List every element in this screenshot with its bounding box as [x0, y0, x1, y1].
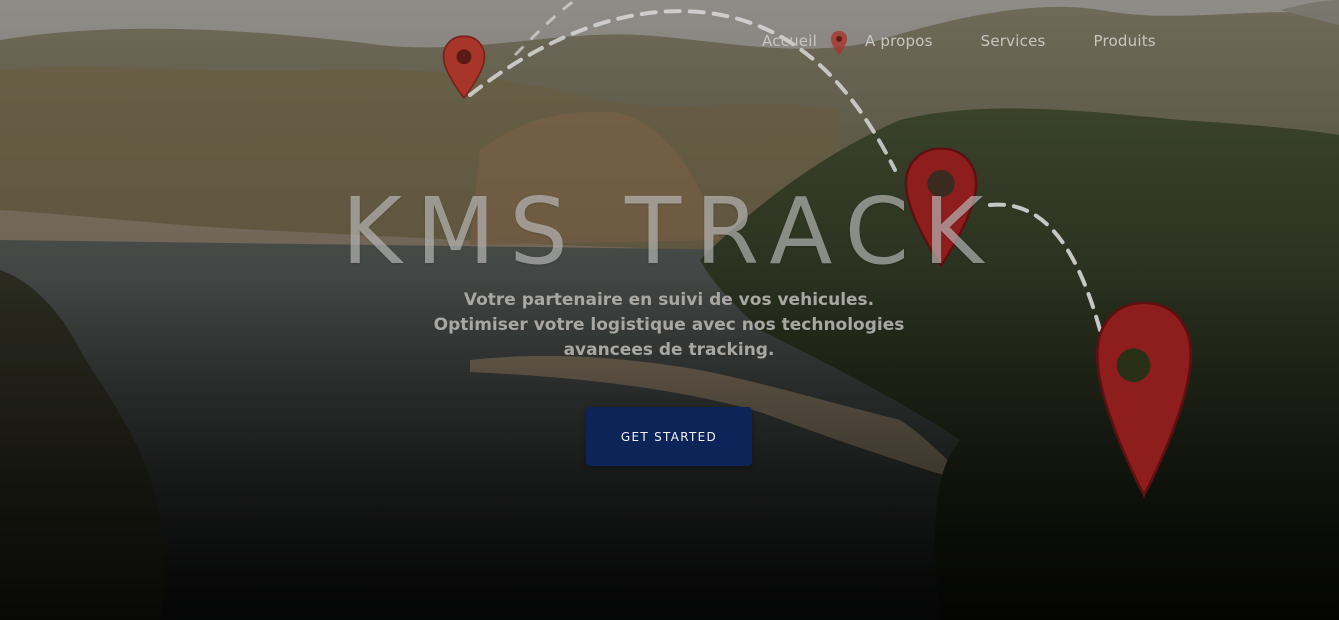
- top-nav: Accueil A propos Services Produits: [762, 32, 1156, 50]
- map-pin-icon: [1095, 301, 1193, 498]
- hero-subtitle: Votre partenaire en suivi de vos vehicul…: [433, 290, 905, 360]
- map-pin-icon: [442, 35, 486, 100]
- hero-section: Accueil A propos Services Produits KMS T…: [0, 0, 1339, 620]
- nav-link-accueil[interactable]: Accueil: [762, 32, 817, 50]
- nav-link-a-propos[interactable]: A propos: [865, 32, 933, 50]
- get-started-button[interactable]: GET STARTED: [586, 407, 752, 466]
- hero-title: KMS TRACK: [341, 178, 998, 285]
- nav-link-services[interactable]: Services: [981, 32, 1046, 50]
- dashed-route-line-upper: [513, 0, 576, 57]
- nav-link-produits[interactable]: Produits: [1094, 32, 1156, 50]
